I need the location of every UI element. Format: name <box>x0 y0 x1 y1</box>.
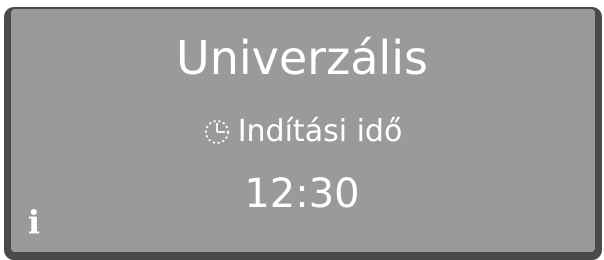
start-time-row: Indítási idő <box>0 112 604 152</box>
start-time-label: Indítási idő <box>237 114 403 149</box>
info-icon[interactable]: i <box>24 204 44 240</box>
start-time-value: 12:30 <box>244 171 360 217</box>
program-title: Univerzális <box>176 31 428 85</box>
clock-icon <box>202 117 232 147</box>
